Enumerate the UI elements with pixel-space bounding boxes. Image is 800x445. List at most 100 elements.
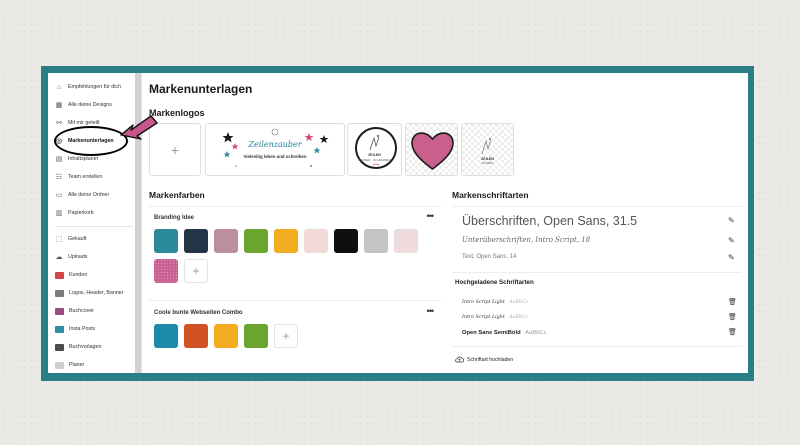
- sidebar-item-kunden[interactable]: Kunden: [55, 268, 135, 282]
- subheading-font-style[interactable]: Unterüberschriften, Intro Script, 18: [462, 236, 590, 244]
- color-swatch[interactable]: [244, 324, 268, 348]
- color-swatch[interactable]: [154, 259, 178, 283]
- calendar-icon: ▤: [55, 155, 63, 163]
- colors-heading: Markenfarben: [149, 190, 205, 200]
- color-swatch[interactable]: [334, 229, 358, 253]
- color-swatch[interactable]: [304, 229, 328, 253]
- sidebar-item-alle-deine-ordner[interactable]: ▭ Alle deine Ordner: [55, 188, 135, 202]
- sidebar-item-uploads[interactable]: ☁ Uploads: [55, 250, 135, 264]
- edit-pencil-icon[interactable]: ✎: [728, 253, 735, 262]
- sidebar-item-gekauft[interactable]: ⬚ Gekauft: [55, 232, 135, 246]
- trash-icon[interactable]: 🗑: [728, 298, 737, 306]
- folder-thumb-icon: [55, 343, 64, 351]
- trash-icon[interactable]: 🗑: [728, 328, 737, 336]
- annotation-arrow: [113, 113, 163, 153]
- sidebar-separator: [55, 226, 133, 227]
- fonts-divider: [452, 272, 742, 273]
- sidebar-item-papierkorb[interactable]: ▥ Papierkorb: [55, 206, 135, 220]
- more-options-icon[interactable]: •••: [427, 306, 435, 316]
- uploaded-font-name: Intro Script Light: [462, 300, 505, 305]
- folder-thumb-icon: [55, 271, 64, 279]
- uploaded-font-sample: AaBbCc: [509, 300, 529, 305]
- fonts-bottom-divider: [452, 346, 742, 347]
- sidebar-item-label: Uploads: [68, 254, 88, 260]
- sidebar-item-insta-posts[interactable]: Insta Posts: [55, 322, 135, 336]
- grid-icon: ▦: [55, 101, 63, 109]
- logo4-line2: ZAUBER: [481, 161, 494, 165]
- folder-thumb-icon: [55, 307, 64, 315]
- card-top-divider: [452, 206, 742, 207]
- cloud-icon: ☁: [55, 253, 63, 261]
- color-swatch[interactable]: [214, 229, 238, 253]
- sidebar-item-label: Gekauft: [68, 236, 87, 242]
- fonts-heading: Markenschriftarten: [452, 190, 529, 200]
- color-swatch[interactable]: [184, 324, 208, 348]
- add-color-button[interactable]: +: [274, 324, 298, 348]
- add-color-button[interactable]: +: [184, 259, 208, 283]
- card-top-divider: [149, 206, 441, 207]
- upload-font-label: Schriftart hochladen: [467, 356, 514, 363]
- color-swatch[interactable]: [274, 229, 298, 253]
- uploaded-font-row: Intro Script Light AaBbCc: [462, 315, 528, 320]
- sidebar-item-label: Planer: [69, 362, 85, 368]
- folder-thumb-icon: [55, 289, 64, 297]
- color-swatch[interactable]: [154, 229, 178, 253]
- heart-icon: [411, 132, 454, 170]
- kit-divider: [149, 300, 441, 301]
- logo-stars-decoration: [222, 128, 329, 167]
- color-swatch[interactable]: [244, 229, 268, 253]
- color-kit-name: Coole bunte Webseiten Combo: [154, 310, 243, 316]
- page-title: Markenunterlagen: [149, 82, 253, 96]
- sidebar-item-planer[interactable]: Planer: [55, 358, 135, 372]
- team-icon: ☷: [55, 173, 63, 181]
- sidebar-item-label: Alle deine Ordner: [68, 192, 110, 198]
- color-swatch[interactable]: [394, 229, 418, 253]
- edit-pencil-icon[interactable]: ✎: [728, 216, 735, 225]
- heading-font-style[interactable]: Überschriften, Open Sans, 31.5: [462, 214, 637, 228]
- uploaded-font-name: Open Sans SemiBold: [462, 330, 521, 336]
- home-icon: ⌂: [56, 83, 62, 91]
- main-content: Markenunterlagen Markenlogos + Zeilenzau…: [149, 73, 748, 373]
- uploaded-fonts-heading: Hochgeladene Schriftarten: [455, 279, 534, 286]
- uploaded-font-sample: AaBbCc: [525, 330, 547, 336]
- logo-tile-zeilenzauber-small[interactable]: ZEILEN ZAUBER: [461, 123, 514, 176]
- color-swatch[interactable]: [184, 229, 208, 253]
- logo-tile-zeilenzauber-round[interactable]: ZEILEN ZAUBER · SCHREIBEN: [347, 123, 402, 176]
- logo-pen-mark: [369, 134, 380, 166]
- body-font-style[interactable]: Text, Open Sans, 14: [462, 254, 516, 260]
- sidebar-item-empfehlungen-für-dich[interactable]: ⌂ Empfehlungen für dich: [55, 80, 135, 94]
- brand-colors-card: Branding Idee ••• Coole bunte Webseiten …: [149, 206, 441, 356]
- sidebar-item-label: Kunden: [69, 272, 88, 278]
- uploaded-font-name: Intro Script Light: [462, 315, 505, 320]
- sidebar-item-buchvorlagen[interactable]: Buchvorlagen: [55, 340, 135, 354]
- color-swatch[interactable]: [214, 324, 238, 348]
- folder-thumb-icon: [55, 361, 64, 369]
- sidebar-item-alle-deine-designs[interactable]: ▦ Alle deine Designs: [55, 98, 135, 112]
- edit-pencil-icon[interactable]: ✎: [728, 236, 735, 245]
- logo2-line2: ZAUBER · SCHREIBEN: [358, 158, 391, 162]
- uploaded-font-row: Open Sans SemiBold AaBbCc: [462, 330, 547, 336]
- sidebar-item-team-erstellen[interactable]: ☷ Team erstellen: [55, 170, 135, 184]
- color-swatch[interactable]: [364, 229, 388, 253]
- sidebar-item-label: Buchvorlagen: [69, 344, 102, 350]
- sidebar-item-label: Team erstellen: [68, 174, 103, 180]
- trash-icon: ▥: [55, 209, 63, 217]
- logo-tile-zeilenzauber-wide[interactable]: Zeilenzauber Vielseitig leben und schrei…: [205, 123, 345, 176]
- folder-thumb-icon: [55, 325, 64, 333]
- purchased-icon: ⬚: [55, 235, 63, 243]
- uploaded-font-sample: AaBbCc: [509, 315, 529, 320]
- upload-font-button[interactable]: Schriftart hochladen: [455, 356, 513, 363]
- color-kit-name: Branding Idee: [154, 215, 195, 221]
- trash-icon[interactable]: 🗑: [728, 313, 737, 321]
- brand-fonts-card: Überschriften, Open Sans, 31.5 ✎ Unterüb…: [452, 206, 742, 366]
- sidebar-item-logos-header-banner[interactable]: Logos, Header, Banner: [55, 286, 135, 300]
- logo-tile-heart[interactable]: [405, 123, 458, 176]
- more-options-icon[interactable]: •••: [427, 211, 435, 221]
- sidebar-item-buchcover[interactable]: Buchcover: [55, 304, 135, 318]
- plus-icon: +: [170, 141, 180, 158]
- logo2-line1: ZEILEN: [368, 153, 381, 157]
- logo-pen-mark-small: [481, 138, 492, 155]
- sidebar-item-label: Papierkorb: [68, 210, 94, 216]
- cloud-upload-icon: [455, 356, 464, 363]
- color-swatch[interactable]: [154, 324, 178, 348]
